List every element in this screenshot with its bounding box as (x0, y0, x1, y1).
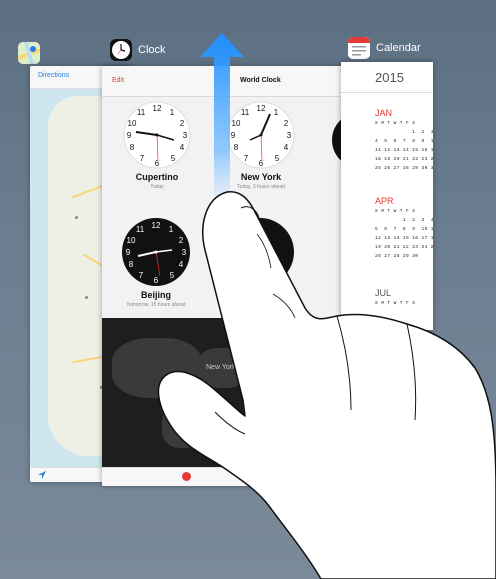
svg-text:1: 1 (170, 108, 175, 117)
svg-text:8: 8 (130, 143, 135, 152)
weekday-header: S M T W T F S (375, 121, 416, 126)
svg-text:9: 9 (127, 131, 132, 140)
svg-text:4: 4 (284, 143, 289, 152)
clock-icon (110, 39, 132, 61)
svg-text:5: 5 (171, 154, 176, 163)
clock-app-name: Clock (138, 44, 166, 56)
cupertino-clock-face: 12 12 3 45 6 78 9 1011 (123, 101, 191, 169)
calendar-icon (348, 37, 370, 59)
map-pin (85, 296, 88, 299)
svg-text:10: 10 (128, 119, 137, 128)
svg-text:7: 7 (140, 154, 145, 163)
svg-text:5: 5 (275, 154, 280, 163)
svg-text:12: 12 (153, 104, 162, 113)
maps-app-label[interactable] (18, 42, 40, 64)
svg-text:11: 11 (136, 225, 145, 234)
svg-text:4: 4 (180, 143, 185, 152)
svg-text:3: 3 (183, 131, 188, 140)
maps-icon (18, 42, 40, 64)
svg-text:1: 1 (274, 108, 279, 117)
app-switcher-illustration: Directions Clock Edit World Clock 12 1 2 3 4… (0, 0, 496, 579)
svg-text:8: 8 (129, 260, 134, 269)
map-pin (75, 216, 78, 219)
month-name: JAN (375, 108, 393, 118)
calendar-app-name: Calendar (376, 42, 421, 54)
svg-text:7: 7 (139, 271, 144, 280)
week-row: 1 2 3 (375, 130, 433, 135)
svg-text:10: 10 (127, 236, 136, 245)
svg-text:6: 6 (155, 159, 160, 168)
hand-icon (157, 191, 496, 579)
calendar-year: 2015 (375, 70, 404, 85)
svg-text:11: 11 (137, 108, 146, 117)
city-name: Cupertino (135, 172, 179, 182)
svg-text:2: 2 (180, 119, 185, 128)
directions-button[interactable]: Directions (38, 72, 69, 79)
location-arrow-icon[interactable] (38, 471, 46, 479)
week-row: 25 26 27 28 29 30 31 (375, 166, 433, 171)
clock-app-label[interactable]: Clock (110, 39, 166, 61)
svg-text:2: 2 (284, 119, 289, 128)
svg-text:7: 7 (244, 154, 249, 163)
clock-title: World Clock (240, 77, 281, 84)
week-row: 4 5 6 7 8 9 10 (375, 139, 433, 144)
svg-text:6: 6 (259, 159, 264, 168)
svg-text:3: 3 (287, 131, 292, 140)
svg-text:12: 12 (257, 104, 266, 113)
calendar-app-label[interactable]: Calendar (348, 37, 421, 59)
week-row: 11 12 13 14 15 16 17 (375, 148, 433, 153)
svg-text:9: 9 (126, 248, 131, 257)
edit-button[interactable]: Edit (112, 77, 124, 84)
divider (341, 92, 433, 93)
week-row: 18 19 20 21 22 23 24 (375, 157, 433, 162)
